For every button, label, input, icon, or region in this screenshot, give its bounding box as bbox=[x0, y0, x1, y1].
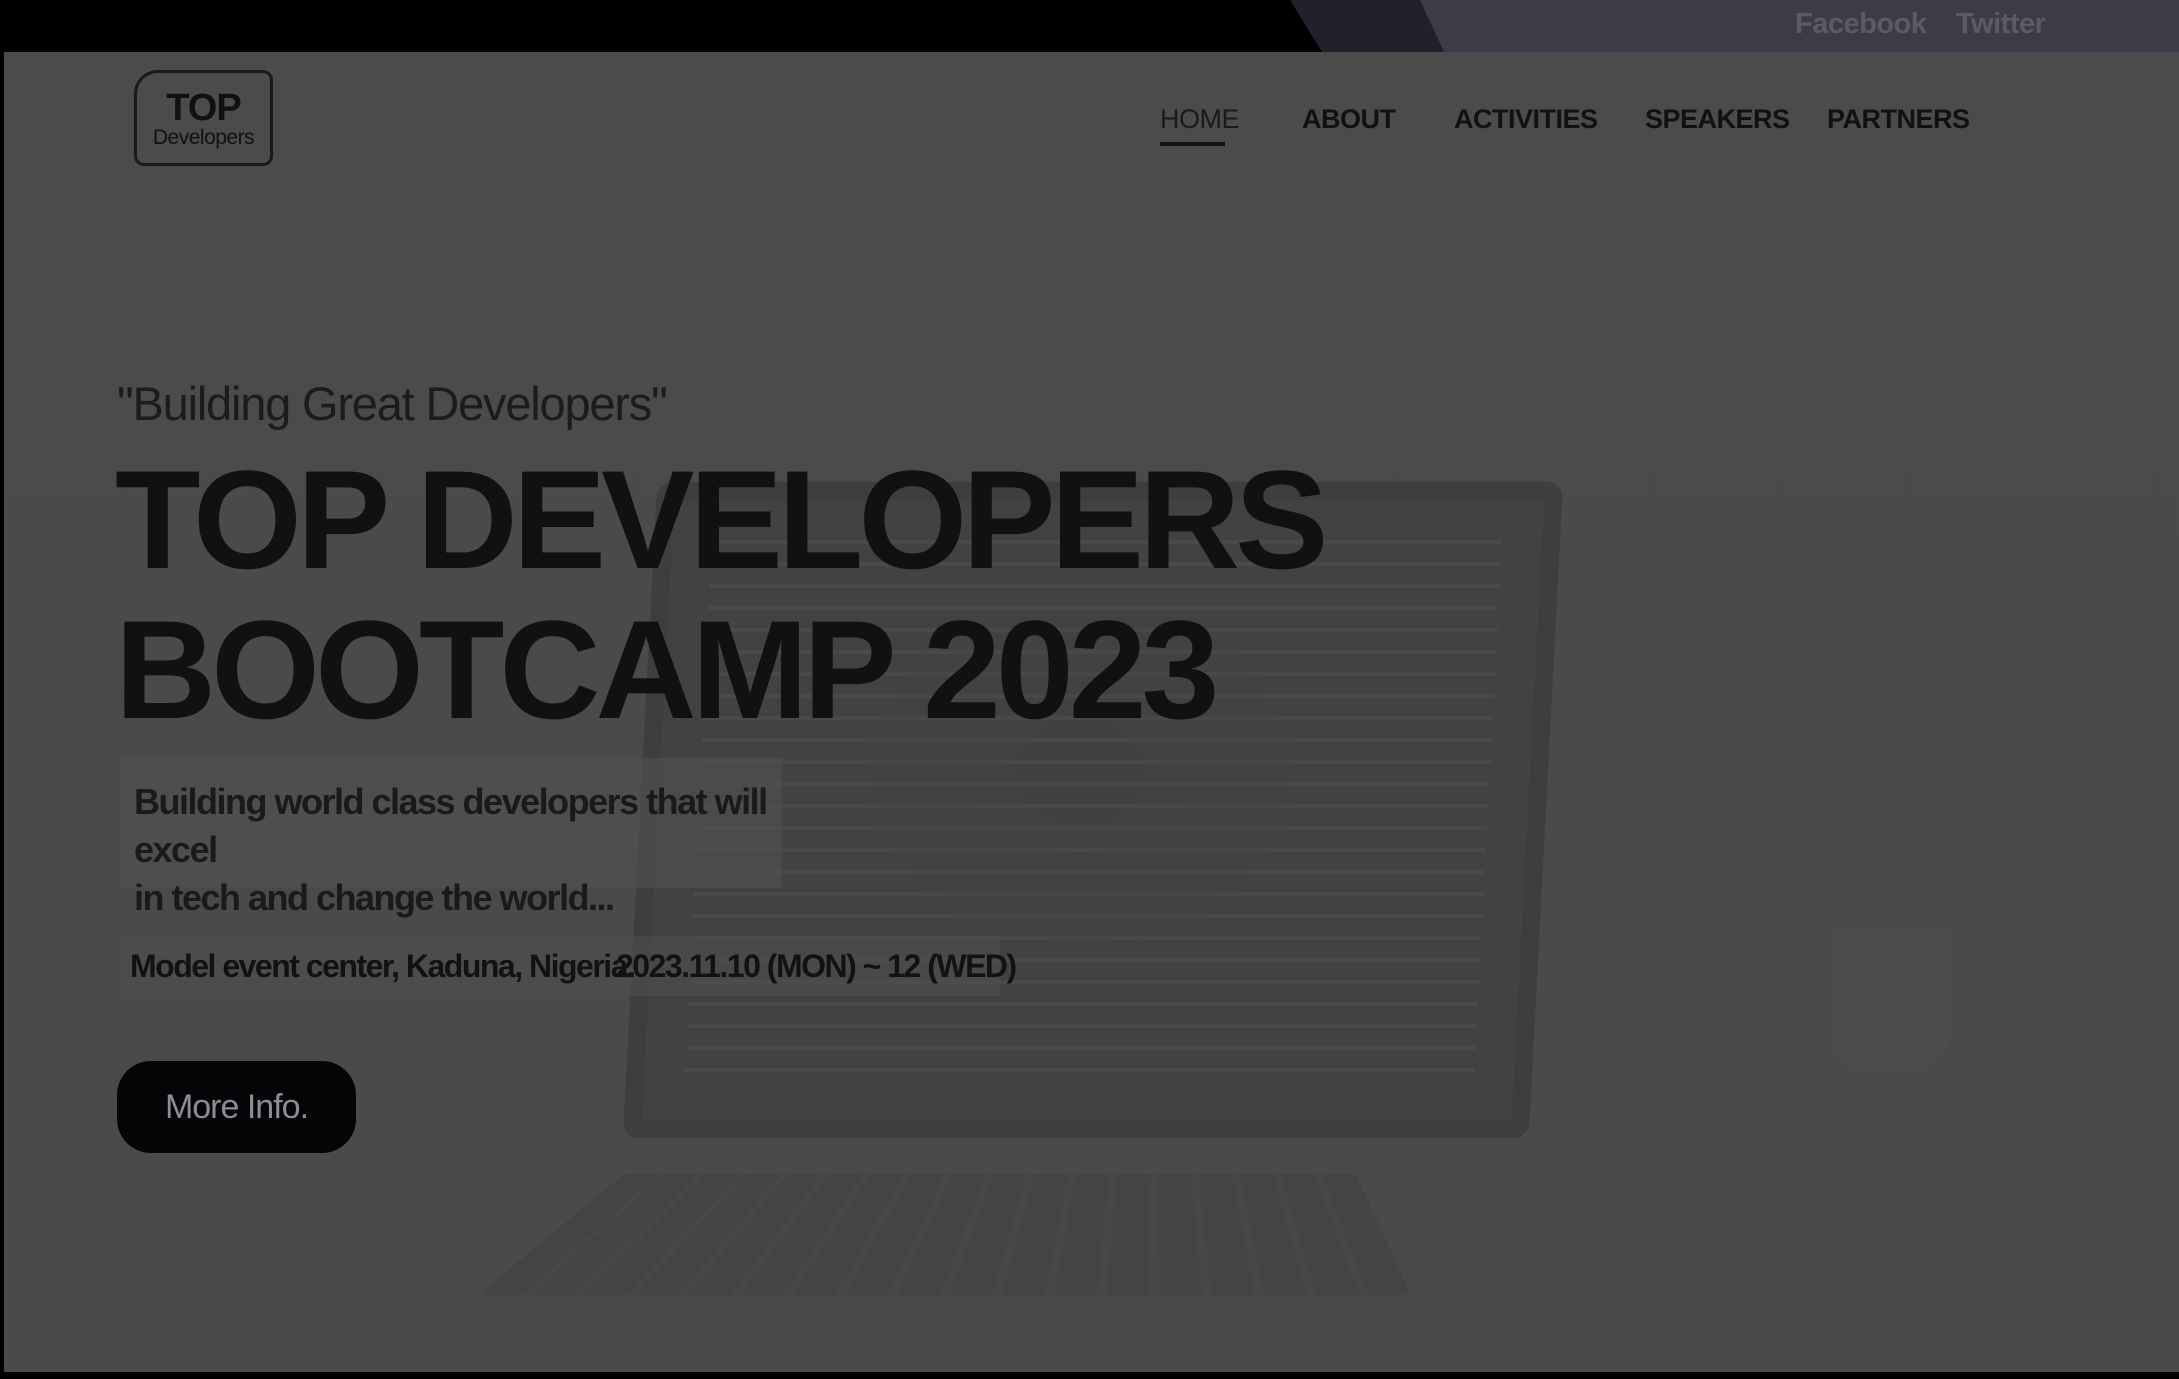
hero-headline: TOP DEVELOPERS BOOTCAMP 2023 bbox=[115, 441, 1329, 748]
page: Facebook Twitter TOP Developers HOME ABO… bbox=[0, 0, 2179, 1379]
facebook-link[interactable]: Facebook bbox=[1795, 8, 1927, 41]
headline-line-1: TOP DEVELOPERS bbox=[115, 441, 1329, 598]
nav-item-speakers[interactable]: SPEAKERS bbox=[1645, 104, 1790, 135]
top-bar: Facebook Twitter bbox=[0, 0, 2179, 52]
nav-item-activities[interactable]: ACTIVITIES bbox=[1454, 104, 1598, 135]
bottom-edge-border bbox=[0, 1372, 2179, 1379]
hero-description-box: Building world class developers that wil… bbox=[120, 758, 782, 918]
event-info-box: Model event center, Kaduna, Nigeria. 202… bbox=[120, 936, 1017, 996]
nav-item-partners[interactable]: PARTNERS bbox=[1827, 104, 1970, 135]
nav-item-home[interactable]: HOME bbox=[1160, 104, 1240, 135]
event-dates: 2023.11.10 (MON) ~ 12 (WED) bbox=[616, 948, 1017, 984]
left-edge-border bbox=[0, 52, 4, 1372]
event-location: Model event center, Kaduna, Nigeria. bbox=[130, 948, 636, 984]
description-line-2: in tech and change the world... bbox=[134, 877, 615, 918]
headline-line-2: BOOTCAMP 2023 bbox=[115, 591, 1219, 748]
main-nav: HOME ABOUT ACTIVITIES SPEAKERS PARTNERS bbox=[0, 104, 2179, 144]
nav-active-indicator bbox=[1160, 142, 1225, 146]
more-info-button[interactable]: More Info. bbox=[117, 1061, 356, 1153]
nav-item-about[interactable]: ABOUT bbox=[1302, 104, 1396, 135]
cup-image bbox=[1830, 932, 1950, 1072]
laptop-keyboard-image bbox=[477, 1173, 1412, 1296]
description-line-1: Building world class developers that wil… bbox=[134, 781, 768, 870]
hero-description: Building world class developers that wil… bbox=[134, 778, 814, 922]
twitter-link[interactable]: Twitter bbox=[1956, 8, 2046, 41]
hero-tagline: "Building Great Developers" bbox=[117, 377, 668, 430]
